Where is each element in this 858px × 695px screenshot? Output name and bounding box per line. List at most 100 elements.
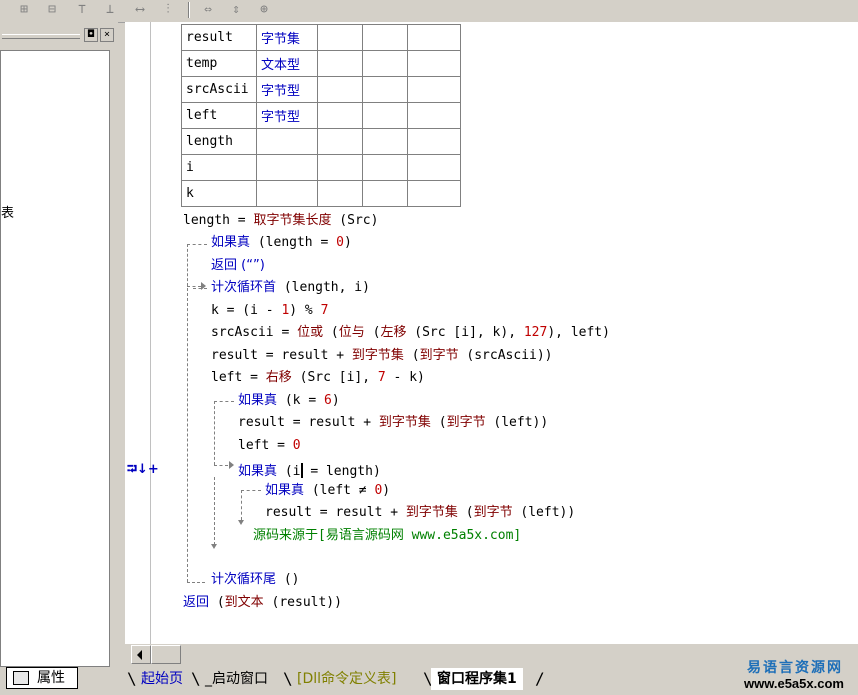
variable-static-cell[interactable]: [317, 128, 363, 155]
variable-type-cell[interactable]: 文本型: [256, 50, 318, 77]
tab-start-page[interactable]: 起始页: [135, 668, 189, 690]
variable-type-cell[interactable]: 字节型: [256, 76, 318, 103]
code-area[interactable]: result 字节集 temp 文本型 srcAscii 字节型 left 字节型 length…: [125, 22, 858, 644]
code-line[interactable]: 如果真 (length = 0): [211, 235, 352, 251]
code-text: (result)): [263, 595, 342, 610]
code-line[interactable]: result = result + 到字节集 (到字节 (srcAscii)): [211, 348, 553, 364]
variable-remark-cell[interactable]: [407, 24, 461, 51]
scroll-left-button[interactable]: [131, 645, 151, 664]
code-line[interactable]: 返回 (“”): [211, 258, 265, 274]
code-text: result = result +: [211, 348, 352, 363]
variable-remark-cell[interactable]: [407, 50, 461, 77]
code-text: (length =: [250, 235, 337, 250]
same-width-icon[interactable]: ⟷: [130, 1, 150, 19]
code-line[interactable]: result = result + 到字节集 (到字节 (left)): [265, 505, 575, 521]
code-text: result = result +: [238, 415, 379, 430]
code-text: (left ≠: [304, 483, 375, 498]
table-row[interactable]: i: [181, 154, 461, 181]
variable-name-cell[interactable]: i: [181, 154, 257, 181]
number-literal: 0: [292, 438, 301, 453]
keyword: 如果真: [238, 393, 278, 408]
variable-static-cell[interactable]: [317, 102, 363, 129]
variable-array-cell[interactable]: [362, 128, 408, 155]
tab-startup-window[interactable]: _启动窗口: [199, 668, 274, 690]
table-row[interactable]: srcAscii 字节型: [181, 76, 461, 103]
table-row[interactable]: k: [181, 180, 461, 207]
variable-static-cell[interactable]: [317, 76, 363, 103]
variable-remark-cell[interactable]: [407, 102, 461, 129]
variable-remark-cell[interactable]: [407, 154, 461, 181]
close-icon[interactable]: ×: [100, 28, 114, 42]
variable-array-cell[interactable]: [362, 180, 408, 207]
code-text: (: [430, 415, 447, 430]
align-middle-icon[interactable]: ⊥: [100, 1, 120, 19]
variable-array-cell[interactable]: [362, 50, 408, 77]
variable-name-cell[interactable]: k: [181, 180, 257, 207]
variable-name-cell[interactable]: length: [181, 128, 257, 155]
table-row[interactable]: length: [181, 128, 461, 155]
number-literal: 0: [336, 235, 344, 250]
code-editor[interactable]: ⮒↓+ result 字节集 temp 文本型 srcAscii 字节型 left 字节型 le…: [125, 22, 858, 644]
flow-line: [187, 244, 207, 245]
variable-name-cell[interactable]: left: [181, 102, 257, 129]
variable-type-cell[interactable]: [256, 128, 318, 155]
delete-row-icon[interactable]: ⊟: [42, 1, 62, 19]
align-top-icon[interactable]: ⊤: [72, 1, 92, 19]
code-line[interactable]: k = (i - 1) % 7: [211, 303, 328, 319]
variable-remark-cell[interactable]: [407, 76, 461, 103]
tab-window-assembly[interactable]: 窗口程序集1: [431, 668, 523, 690]
variable-type-cell[interactable]: 字节集: [256, 24, 318, 51]
code-line[interactable]: 如果真 (k = 6): [238, 393, 340, 409]
code-line[interactable]: 计次循环首 (length, i): [211, 280, 370, 296]
variable-type-cell[interactable]: 字节型: [256, 102, 318, 129]
code-line[interactable]: left = 0: [238, 438, 301, 454]
panel-body[interactable]: 表: [0, 50, 110, 667]
variable-array-cell[interactable]: [362, 76, 408, 103]
code-line[interactable]: 如果真 (left ≠ 0): [265, 483, 390, 499]
variable-name-cell[interactable]: temp: [181, 50, 257, 77]
code-text: left =: [211, 370, 266, 385]
variable-type-cell[interactable]: [256, 154, 318, 181]
code-line[interactable]: 返回 (到文本 (result)): [183, 595, 342, 611]
flow-line: [187, 244, 188, 286]
center-icon[interactable]: ⊕: [254, 1, 274, 19]
restore-icon[interactable]: ◘: [84, 28, 98, 42]
variable-static-cell[interactable]: [317, 24, 363, 51]
code-text: ): [343, 235, 352, 250]
variable-name-cell[interactable]: srcAscii: [181, 76, 257, 103]
properties-tab[interactable]: 属性: [6, 667, 78, 689]
table-row[interactable]: temp 文本型: [181, 50, 461, 77]
table-row[interactable]: left 字节型: [181, 102, 461, 129]
expand-h-icon[interactable]: ⇔: [198, 1, 218, 19]
variable-remark-cell[interactable]: [407, 128, 461, 155]
code-line[interactable]: left = 右移 (Src [i], 7 - k): [211, 370, 425, 386]
variable-type-cell[interactable]: [256, 180, 318, 207]
variable-remark-cell[interactable]: [407, 180, 461, 207]
insert-row-icon[interactable]: ⊞: [14, 1, 34, 19]
code-text: srcAscii =: [211, 325, 298, 340]
variable-array-cell[interactable]: [362, 102, 408, 129]
code-line[interactable]: 计次循环尾 (): [211, 572, 300, 588]
flow-line: [214, 401, 234, 402]
table-row[interactable]: result 字节集: [181, 24, 461, 51]
function-name: 左移: [380, 325, 407, 340]
scroll-thumb[interactable]: [151, 645, 181, 664]
variable-static-cell[interactable]: [317, 180, 363, 207]
code-comment[interactable]: 源码来源于[易语言源码网 www.e5a5x.com]: [253, 528, 521, 544]
code-line[interactable]: 如果真 (i = length): [238, 460, 381, 480]
expand-v-icon[interactable]: ⇕: [226, 1, 246, 19]
code-line[interactable]: length = 取字节集长度 (Src): [183, 213, 378, 229]
variable-static-cell[interactable]: [317, 50, 363, 77]
variable-array-cell[interactable]: [362, 154, 408, 181]
code-line[interactable]: srcAscii = 位或 (位与 (左移 (Src [i], k), 127)…: [211, 325, 610, 341]
variable-array-cell[interactable]: [362, 24, 408, 51]
flow-line: [187, 582, 205, 583]
code-text: - k): [385, 370, 425, 385]
variable-name-cell[interactable]: result: [181, 24, 257, 51]
tab-dll-commands[interactable]: [Dll命令定义表]: [291, 668, 402, 690]
variable-static-cell[interactable]: [317, 154, 363, 181]
code-line[interactable]: result = result + 到字节集 (到字节 (left)): [238, 415, 548, 431]
brand-url: www.e5a5x.com: [744, 676, 844, 691]
same-height-icon[interactable]: ⫶: [158, 1, 178, 19]
panel-grip[interactable]: [2, 34, 80, 39]
